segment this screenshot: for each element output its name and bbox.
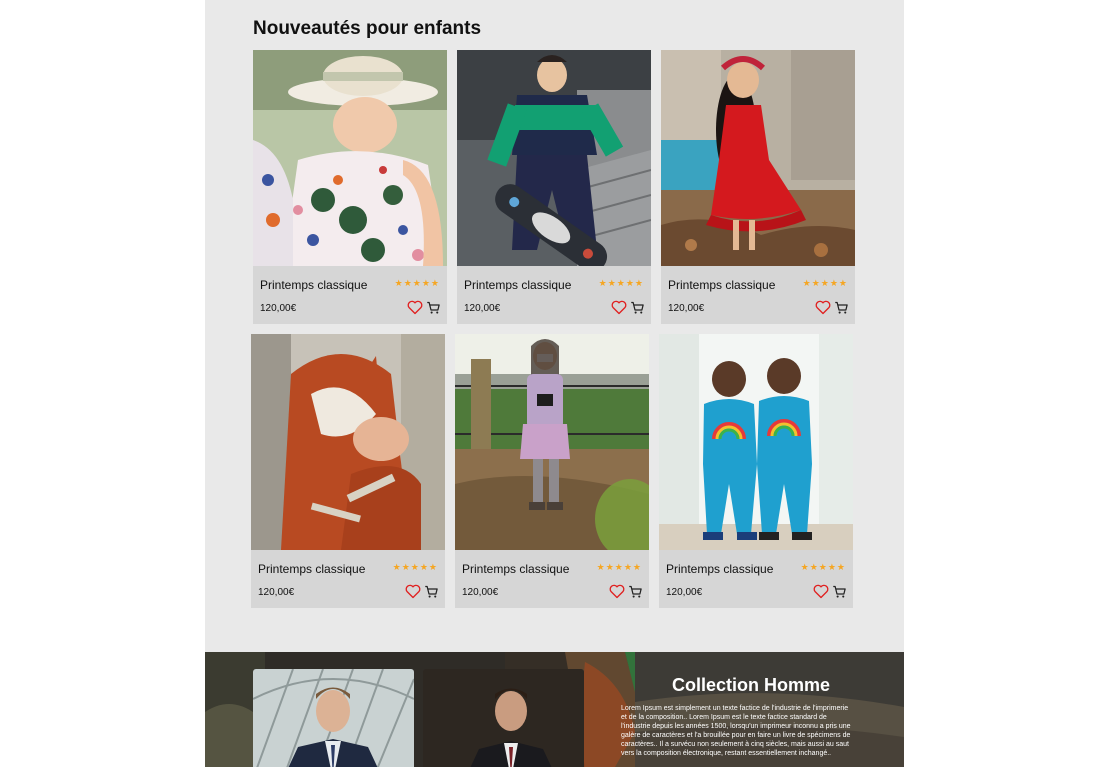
product-price: 120,00€ [666,587,703,598]
star-rating: ★★★★★ [596,562,642,572]
banner-photo-man-dark[interactable] [423,669,584,767]
banner-photo-man-suit[interactable] [253,669,414,767]
star-rating: ★★★★★ [802,278,848,288]
product-photo-twins-blue[interactable] [659,334,853,550]
product-price: 120,00€ [464,303,501,314]
product-price: 120,00€ [258,587,295,598]
product-card[interactable]: Printemps classique ★★★★★ 120,00€ [457,50,651,324]
product-photo-girl-camera[interactable] [455,334,649,550]
heart-icon[interactable] [813,584,829,599]
men-collection-banner[interactable]: Collection Homme Lorem Ipsum est simplem… [205,652,904,767]
product-price: 120,00€ [462,587,499,598]
star-rating: ★★★★★ [800,562,846,572]
section-title: Nouveautés pour enfants [253,18,482,39]
cart-icon[interactable] [834,300,849,315]
product-photo-child-skateboard[interactable] [457,50,651,266]
heart-icon[interactable] [815,300,831,315]
banner-title: Collection Homme [672,675,831,695]
banner-description: Lorem Ipsum est simplement un texte fact… [621,705,851,757]
heart-icon[interactable] [611,300,627,315]
product-card[interactable]: Printemps classique ★★★★★ 120,00€ [455,334,649,608]
product-name[interactable]: Printemps classique [666,562,773,576]
product-card[interactable]: Printemps classique ★★★★★ 120,00€ [659,334,853,608]
star-rating: ★★★★★ [392,562,438,572]
product-name[interactable]: Printemps classique [462,562,569,576]
product-name[interactable]: Printemps classique [464,278,571,292]
heart-icon[interactable] [405,584,421,599]
cart-icon[interactable] [832,584,847,599]
heart-icon[interactable] [609,584,625,599]
product-photo-girl-red-dress[interactable] [661,50,855,266]
heart-icon[interactable] [407,300,423,315]
product-name[interactable]: Printemps classique [258,562,365,576]
product-card[interactable]: Printemps classique ★★★★★ 120,00€ [251,334,445,608]
product-price: 120,00€ [260,303,297,314]
product-photo-child-floral-dress[interactable] [253,50,447,266]
product-name[interactable]: Printemps classique [668,278,775,292]
cart-icon[interactable] [424,584,439,599]
cart-icon[interactable] [426,300,441,315]
product-price: 120,00€ [668,303,705,314]
product-card[interactable]: Printemps classique ★★★★★ 120,00€ [253,50,447,324]
cart-icon[interactable] [630,300,645,315]
product-photo-child-fox-hood[interactable] [251,334,445,550]
product-card[interactable]: Printemps classique ★★★★★ 120,00€ [661,50,855,324]
star-rating: ★★★★★ [394,278,440,288]
cart-icon[interactable] [628,584,643,599]
product-name[interactable]: Printemps classique [260,278,367,292]
star-rating: ★★★★★ [598,278,644,288]
